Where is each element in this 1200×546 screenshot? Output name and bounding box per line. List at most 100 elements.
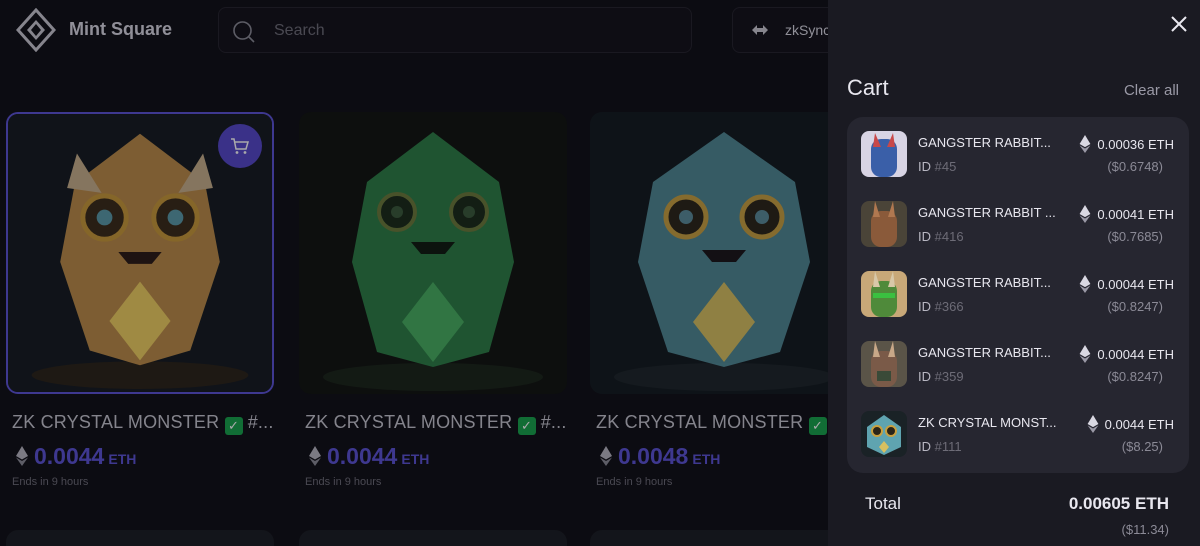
id-value: #111 [934,439,962,454]
total-label: Total [865,494,901,513]
auction-end-time: Ends in 9 hours [12,476,89,488]
verified-check-icon: ✓ [517,417,536,435]
cart-item-price: 0.00044 ETH [1079,345,1174,363]
cart-panel: Cart Clear all GANGSTER RABBIT... ID #45… [828,0,1200,546]
verified-check-icon: ✓ [808,417,827,435]
cart-item[interactable]: GANGSTER RABBIT... ID #366 0.00044 ETH (… [847,257,1189,327]
logo-icon[interactable] [16,8,56,52]
cart-item-name: GANGSTER RABBIT ... [918,205,1056,220]
price-value: 0.0044 [327,443,398,469]
nft-card-peek[interactable] [299,530,567,546]
search-box[interactable] [218,7,692,53]
auction-end-time: Ends in 9 hours [305,476,382,488]
price-value: 0.00036 ETH [1097,136,1174,152]
cart-item-price: 0.00036 ETH [1079,135,1174,153]
total-usd: ($11.34) [1121,522,1169,537]
eth-icon [1079,345,1091,363]
cart-item-usd: ($8.25) [1121,439,1163,454]
price-row: 0.0044 ETH [12,443,274,470]
cart-item-usd: ($0.8247) [1107,369,1163,384]
eth-icon [1079,275,1091,293]
cart-item-usd: ($0.8247) [1107,299,1163,314]
cart-item-name: ZK CRYSTAL MONST... [918,415,1057,430]
price-row: 0.0044 ETH [305,443,567,470]
price-value: 0.0048 [618,443,689,469]
id-label: ID [918,229,931,244]
cart-item-name: GANGSTER RABBIT... [918,275,1051,290]
id-value: #366 [934,299,964,314]
nft-card[interactable]: ZK CRYSTAL MONSTER ✓ #... 0.0044 ETH End… [6,112,274,488]
cart-item[interactable]: ZK CRYSTAL MONST... ID #111 0.0044 ETH (… [847,397,1189,467]
cart-item-thumbnail [861,271,907,317]
price-value: 0.00044 ETH [1097,276,1174,292]
id-label: ID [918,439,931,454]
search-input[interactable] [274,20,654,42]
cart-item-id: ID #366 [918,299,964,314]
price-unit: ETH [692,451,721,467]
cart-item[interactable]: GANGSTER RABBIT ... ID #416 0.00041 ETH … [847,187,1189,257]
cart-item-name: GANGSTER RABBIT... [918,135,1051,150]
price-unit: ETH [401,451,430,467]
clear-all-button[interactable]: Clear all [1124,82,1179,99]
cart-items-list: GANGSTER RABBIT... ID #45 0.00036 ETH ($… [847,117,1189,473]
price-value: 0.00041 ETH [1097,206,1174,222]
nft-image[interactable] [299,112,567,394]
nft-name: ZK CRYSTAL MONSTER [596,412,804,432]
nft-name: ZK CRYSTAL MONSTER [305,412,513,432]
eth-icon [309,446,321,466]
brand-name[interactable]: Mint Square [69,19,172,40]
price-value: 0.0044 [34,443,105,469]
price-value: 0.00044 ETH [1097,346,1174,362]
id-value: #416 [934,229,964,244]
cart-item-price: 0.00044 ETH [1079,275,1174,293]
total-value: 0.00605 ETH [1068,494,1169,513]
nft-name: ZK CRYSTAL MONSTER [12,412,220,432]
cart-icon [231,138,249,154]
network-label: zkSync [785,22,831,38]
id-label: ID [918,369,931,384]
cart-item-thumbnail [861,131,907,177]
add-to-cart-button[interactable] [218,124,262,168]
auction-end-time: Ends in 9 hours [596,476,673,488]
nft-card[interactable]: ZK CRYSTAL MONSTER ✓ #... 0.0044 ETH End… [299,112,567,488]
cart-item[interactable]: GANGSTER RABBIT... ID #359 0.00044 ETH (… [847,327,1189,397]
cart-item-thumbnail [861,201,907,247]
nft-number: #... [540,412,567,432]
cart-item-id: ID #111 [918,439,962,454]
nft-number: #... [247,412,274,432]
cart-item-usd: ($0.6748) [1107,159,1163,174]
search-icon [233,21,255,43]
close-icon[interactable] [1168,13,1190,35]
eth-icon [1087,415,1099,433]
cart-item-usd: ($0.7685) [1107,229,1163,244]
nft-title[interactable]: ZK CRYSTAL MONSTER ✓ #... [12,412,274,435]
nft-title[interactable]: ZK CRYSTAL MONSTER ✓ #... [305,412,567,435]
id-label: ID [918,159,931,174]
cart-item-name: GANGSTER RABBIT... [918,345,1051,360]
price-value: 0.0044 ETH [1104,416,1174,432]
cart-item-id: ID #45 [918,159,956,174]
cart-title: Cart [847,75,889,100]
nft-title[interactable]: ZK CRYSTAL MONSTER ✓ s [596,412,828,435]
nft-card[interactable]: ZK CRYSTAL MONSTER ✓ s 0.0048 ETH Ends i… [590,112,858,488]
nft-card-peek[interactable] [6,530,274,546]
eth-icon [16,446,28,466]
verified-check-icon: ✓ [224,417,243,435]
id-value: #359 [934,369,964,384]
switch-network-icon [752,25,768,35]
id-label: ID [918,299,931,314]
cart-item-thumbnail [861,411,907,457]
nft-image[interactable] [6,112,274,394]
nft-card-peek[interactable] [590,530,858,546]
price-row: 0.0048 ETH [596,443,858,470]
price-unit: ETH [108,451,137,467]
nft-image[interactable] [590,112,858,394]
cart-item[interactable]: GANGSTER RABBIT... ID #45 0.00036 ETH ($… [847,117,1189,187]
cart-item-price: 0.0044 ETH [1087,415,1174,433]
cart-item-id: ID #359 [918,369,964,384]
id-value: #45 [934,159,957,174]
cart-item-id: ID #416 [918,229,964,244]
cart-item-thumbnail [861,341,907,387]
eth-icon [600,446,612,466]
cart-item-price: 0.00041 ETH [1079,205,1174,223]
